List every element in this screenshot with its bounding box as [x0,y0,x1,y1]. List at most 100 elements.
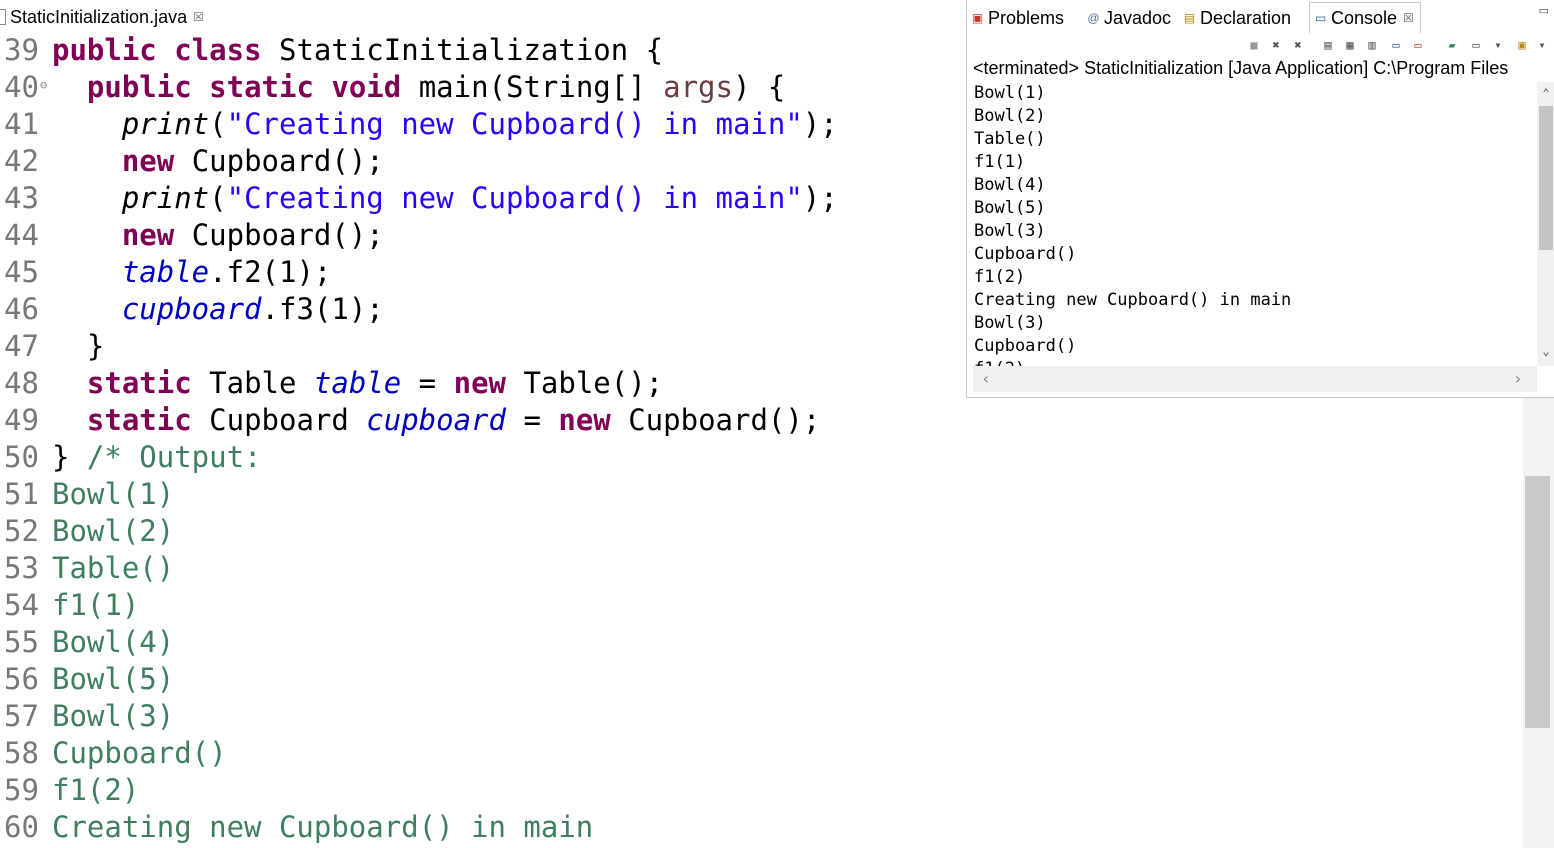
code-line[interactable]: 51 Bowl(1) [0,476,1520,513]
code-token: Table [191,366,314,400]
close-icon[interactable]: ☒ [1403,4,1414,32]
console-output-line: f1(2) [967,358,1537,366]
line-number: 52 [4,514,39,548]
scroll-up-icon[interactable]: ⌃ [1537,86,1554,100]
code-token: ); [802,107,838,141]
console-output-line: Cupboard() [974,336,1077,356]
tab-declaration-label: Declaration [1200,8,1292,28]
line-number: 58 [4,736,39,770]
editor-scrollbar-thumb[interactable] [1525,476,1550,728]
remove-all-launches-icon[interactable]: ✖ [1291,38,1305,52]
code-line[interactable]: 55 Bowl(4) [0,624,1520,661]
line-number: 39 [4,33,39,67]
code-line[interactable]: 53 Table() [0,550,1520,587]
chevron-down-icon[interactable]: ▾ [1491,38,1505,52]
word-wrap-icon[interactable]: ▥ [1365,38,1379,52]
code-token: .f3(1); [261,292,384,326]
line-number: 54 [4,588,39,622]
code-line[interactable]: 50} /* Output: [0,439,1520,476]
code-token: main(String[] [401,70,664,104]
code-token: Bowl(1) [52,477,175,511]
show-on-stdout-icon[interactable]: ▭ [1389,38,1403,52]
tab-console[interactable]: ▭ Console ☒ [1309,2,1421,33]
console-launch-header: <terminated> StaticInitialization [Java … [973,58,1509,78]
code-token: "Creating new Cupboard() in main" [226,107,803,141]
minimize-icon[interactable]: ▭ [1539,4,1549,17]
tab-declaration[interactable]: ▤ Declaration [1183,4,1291,32]
line-number: 55 [4,625,39,659]
tab-problems[interactable]: ▣ Problems [971,4,1064,32]
console-output-line: Creating new Cupboard() in main [974,290,1292,310]
code-token: /* Output: [86,440,262,474]
display-console-icon[interactable]: ▭ [1469,38,1483,52]
code-line[interactable]: 60 Creating new Cupboard() in main [0,809,1520,846]
code-token: = [505,403,559,437]
remove-launch-icon[interactable]: ✖ [1269,38,1283,52]
console-output-line: Cupboard() [974,244,1077,264]
line-number: 48 [4,366,39,400]
code-token: new [558,403,611,437]
clear-console-icon[interactable]: ▤ [1321,38,1335,52]
line-number: 44 [4,218,39,252]
code-token: ( [209,181,227,215]
code-token: Cupboard [191,403,367,437]
code-token: new [121,218,175,252]
code-line[interactable]: 52 Bowl(2) [0,513,1520,550]
editor-vertical-scrollbar[interactable] [1523,398,1554,848]
terminate-icon[interactable]: ■ [1247,38,1261,52]
scroll-left-icon[interactable]: ‹ [981,369,991,388]
console-output[interactable]: Bowl(1) Bowl(2) Table() f1(1) Bowl(4) Bowl(5)… [967,82,1537,366]
line-number: 42 [4,144,39,178]
code-token: f1(2) [52,773,140,807]
code-token: ) { [732,70,786,104]
code-token: "Creating new Cupboard() in main" [226,181,803,215]
fold-collapse-icon[interactable]: ⊖ [40,67,47,104]
code-token: args [663,70,733,104]
code-line[interactable]: 54 f1(1) [0,587,1520,624]
editor-tab-static-initialization[interactable]: StaticInitialization.java ☒ [0,0,250,34]
console-scrollbar-thumb[interactable] [1539,106,1553,250]
code-token: class [174,33,262,67]
code-token: print [121,181,210,215]
open-console-icon[interactable]: ▣ [1515,38,1529,52]
line-number: 53 [4,551,39,585]
tab-javadoc[interactable]: @ Javadoc [1087,4,1171,32]
code-token: StaticInitialization { [261,33,664,67]
code-token: Cupboard(); [174,218,384,252]
close-icon[interactable]: ☒ [193,10,204,24]
code-line[interactable]: 59 f1(2) [0,772,1520,809]
code-line[interactable]: 57 Bowl(3) [0,698,1520,735]
code-token: = [401,366,454,400]
scroll-right-icon[interactable]: › [1513,369,1523,388]
tab-problems-label: Problems [988,8,1065,28]
tab-console-label: Console [1331,8,1398,28]
code-line[interactable]: 56 Bowl(5) [0,661,1520,698]
code-token: cupboard [366,403,506,437]
code-token: public [86,70,192,104]
scroll-down-icon[interactable]: ⌄ [1537,344,1554,358]
console-output-line: Bowl(5) [974,198,1046,218]
console-output-line: Bowl(3) [974,313,1046,333]
declaration-icon: ▤ [1183,10,1196,25]
code-token: Cupboard() [52,736,227,770]
pin-console-icon[interactable]: ▰ [1445,38,1459,52]
console-horizontal-scrollbar[interactable]: ‹ › [973,366,1537,392]
show-on-stderr-icon[interactable]: ▭ [1411,38,1425,52]
code-line[interactable]: 49 static Cupboard cupboard = new Cupboa… [0,402,1520,439]
line-number: 43 [4,181,39,215]
code-line[interactable]: 58 Cupboard() [0,735,1520,772]
code-token: Cupboard(); [610,403,821,437]
line-number: 46 [4,292,39,326]
code-token: Creating new Cupboard() in main [52,810,594,844]
code-token: ( [209,107,227,141]
scroll-lock-icon[interactable]: ▦ [1343,38,1357,52]
chevron-down-icon[interactable]: ▾ [1535,38,1549,52]
console-vertical-scrollbar[interactable]: ⌃ ⌄ [1537,82,1554,366]
code-token: } [52,329,105,363]
view-tab-bar: ▣ Problems @ Javadoc ▤ Declaration ▭ Con… [967,0,1554,33]
console-view: ▣ Problems @ Javadoc ▤ Declaration ▭ Con… [966,0,1554,398]
line-number: 56 [4,662,39,696]
